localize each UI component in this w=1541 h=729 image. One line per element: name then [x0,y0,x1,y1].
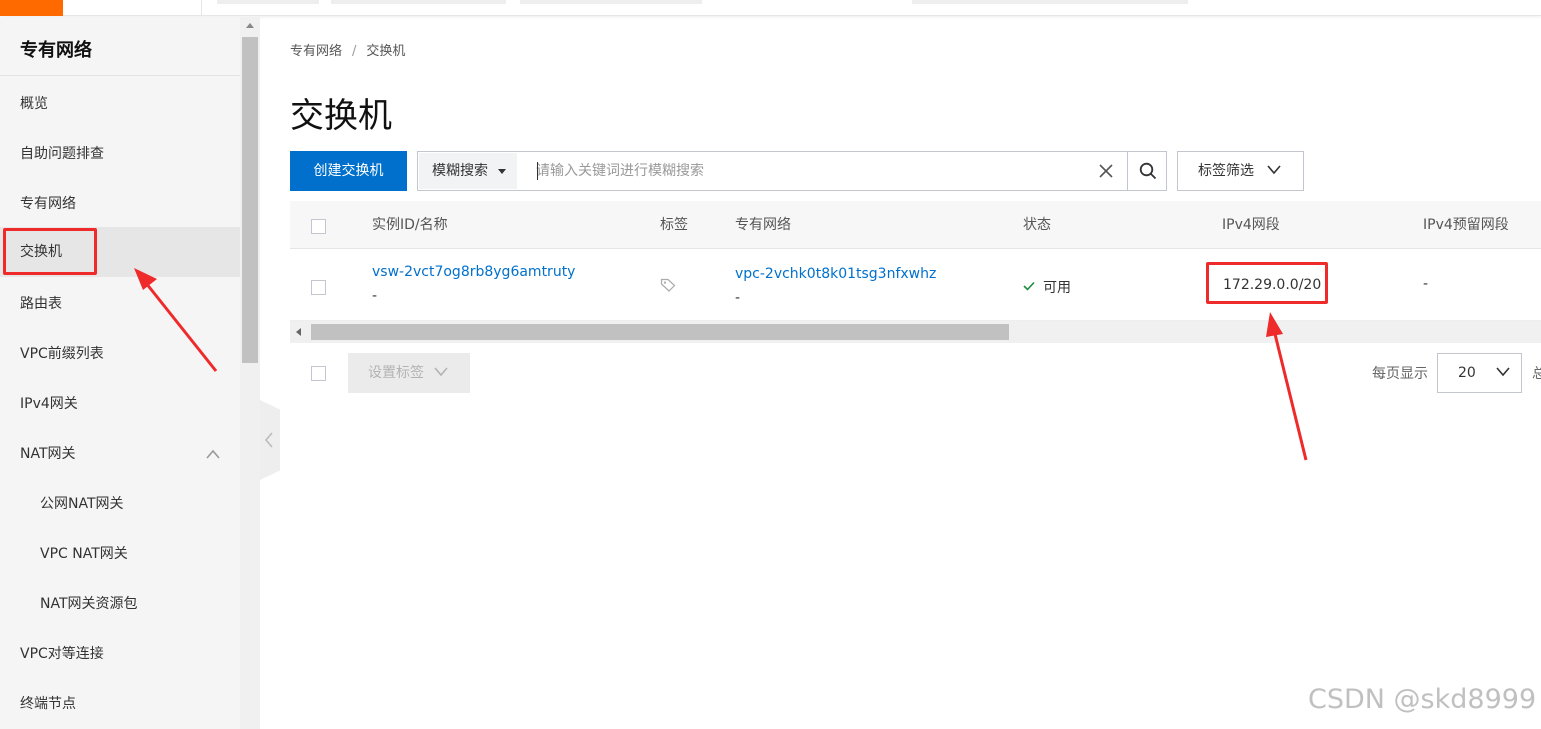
arrow-to-vswitch [134,268,218,372]
watermark: CSDN @skd8999 [1308,684,1537,715]
annotation-arrows [134,268,1308,461]
arrow-to-ipv4-cidr [1266,312,1308,461]
